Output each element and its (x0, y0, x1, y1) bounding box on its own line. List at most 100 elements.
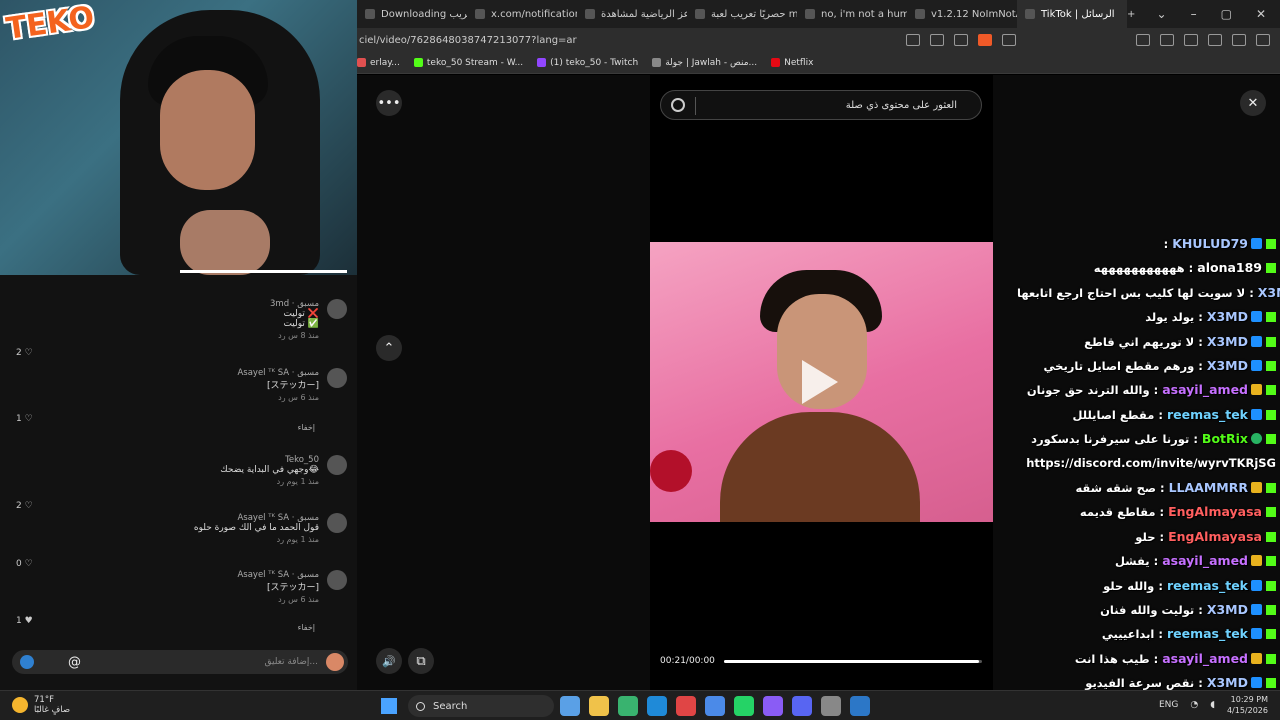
language-indicator[interactable]: ENG (1159, 700, 1178, 710)
comment-author[interactable]: Teko_50 (17, 455, 319, 465)
related-search-input[interactable]: العثور على محتوى ذي صلة (660, 90, 982, 120)
like-count[interactable]: 1 ♥ (16, 616, 33, 626)
avatar[interactable] (327, 368, 347, 388)
hide-replies-button[interactable]: إخفاء (298, 623, 315, 632)
bookmark-item[interactable]: teko_50 Stream - W... (413, 58, 523, 68)
mention-button[interactable]: @ (68, 655, 81, 670)
emoji-icon[interactable] (20, 655, 34, 669)
chat-username[interactable]: KHULUD79 (1172, 236, 1248, 251)
taskbar-app-icon[interactable] (705, 696, 725, 716)
close-button[interactable]: ✕ (1240, 90, 1266, 116)
comment-meta[interactable]: منذ 6 س رد (17, 393, 319, 402)
browser-tab[interactable]: v1.2.12 NoImNotAHu (907, 0, 1017, 28)
bookmark-item[interactable]: Netflix (771, 58, 813, 68)
chat-username[interactable]: X3MD (1258, 285, 1280, 300)
volume-icon[interactable]: ◖ (1210, 700, 1215, 710)
taskbar-app-icon[interactable] (618, 696, 638, 716)
chat-username[interactable]: alona189 (1197, 260, 1262, 275)
comment-author[interactable]: Asayel ᵀᴷ SA · مسبق (17, 368, 319, 378)
chat-username[interactable]: X3MD (1207, 309, 1248, 324)
bookmark-item[interactable]: (1) teko_50 - Twitch (537, 58, 638, 68)
comment-input[interactable]: @ إضافة تعليق... (12, 650, 348, 674)
taskbar-app-icon[interactable] (763, 696, 783, 716)
chat-username[interactable]: X3MD (1207, 675, 1248, 690)
chat-username[interactable]: LLAAMMRR (1169, 480, 1248, 495)
video-timeline[interactable]: 00:21/00:00 (660, 656, 982, 668)
browser-tab[interactable]: x.com/notifications (467, 0, 577, 28)
chat-username[interactable]: EngAlmayasa (1168, 529, 1262, 544)
wallet-icon[interactable] (1208, 34, 1222, 46)
browser-tab[interactable]: عز الرياضية لمشاهدة (577, 0, 687, 28)
taskbar-app-icon[interactable] (676, 696, 696, 716)
brave-shield-icon[interactable] (978, 34, 992, 46)
avatar[interactable] (327, 570, 347, 590)
chat-username[interactable]: BotRix (1202, 431, 1248, 446)
share-icon[interactable] (954, 34, 968, 46)
search-icon[interactable] (671, 98, 685, 112)
taskbar-app-icon[interactable] (792, 696, 812, 716)
chat-username[interactable]: X3MD (1207, 602, 1248, 617)
taskbar-app-icon[interactable] (560, 696, 580, 716)
taskbar-app-icon[interactable] (821, 696, 841, 716)
window-close-button[interactable]: ✕ (1256, 7, 1266, 21)
comment-meta[interactable]: منذ 1 يوم رد (17, 477, 319, 486)
wifi-icon[interactable]: ◔ (1190, 700, 1198, 710)
taskbar-app-icon[interactable] (589, 696, 609, 716)
comment-author[interactable]: Asayel ᵀᴷ SA · مسبق (17, 513, 319, 523)
chat-username[interactable]: asayil_amed (1162, 553, 1248, 568)
avatar[interactable] (327, 455, 347, 475)
hide-replies-button[interactable]: إخفاء (298, 423, 315, 432)
like-count[interactable]: 1 ♡ (16, 414, 33, 424)
like-count[interactable]: 2 ♡ (16, 348, 33, 358)
download-icon[interactable] (1160, 34, 1174, 46)
previous-video-button[interactable]: ⌃ (376, 335, 402, 361)
browser-tab[interactable]: no, i'm not a human (797, 0, 907, 28)
menu-icon[interactable] (1256, 34, 1270, 46)
browser-tab[interactable]: TikTok | الرسائل (1017, 0, 1127, 28)
browser-tab[interactable]: حصريًا تعريب لعبة man (687, 0, 797, 28)
rewards-icon[interactable] (1002, 34, 1016, 46)
chat-username[interactable]: reemas_tek (1167, 407, 1248, 422)
vpn-icon[interactable] (1232, 34, 1246, 46)
like-count[interactable]: 2 ♡ (16, 501, 33, 511)
comment-author[interactable]: Asayel ᵀᴷ SA · مسبق (17, 570, 319, 580)
new-tab-button[interactable]: + (1127, 9, 1135, 20)
picture-in-picture-button[interactable]: ⧉ (408, 648, 434, 674)
avatar[interactable] (327, 513, 347, 533)
extensions-icon[interactable] (1136, 34, 1150, 46)
weather-widget[interactable]: 71°F صافٍ غالبًا (12, 695, 70, 715)
taskbar-app-icon[interactable] (647, 696, 667, 716)
comment-meta[interactable]: منذ 1 يوم رد (17, 535, 319, 544)
chat-username[interactable]: EngAlmayasa (1168, 504, 1262, 519)
window-restore-button[interactable]: ▢ (1221, 7, 1232, 21)
progress-track[interactable] (724, 660, 982, 663)
windows-start-icon[interactable] (381, 698, 397, 714)
taskbar-app-icon[interactable] (734, 696, 754, 716)
chat-username[interactable]: asayil_amed (1162, 382, 1248, 397)
more-options-button[interactable]: ••• (376, 90, 402, 116)
comment-author[interactable]: 3md · مسبق (17, 299, 319, 309)
sidebar-icon[interactable] (1184, 34, 1198, 46)
video-frame[interactable] (650, 242, 993, 522)
volume-button[interactable]: 🔊 (376, 648, 402, 674)
browser-tab[interactable]: Downloading تعريب N (357, 0, 467, 28)
comment-meta[interactable]: منذ 6 س رد (17, 595, 319, 604)
avatar[interactable] (327, 299, 347, 319)
taskbar-app-icon[interactable] (850, 696, 870, 716)
window-dropdown-button[interactable]: ⌄ (1157, 7, 1167, 21)
clock[interactable]: 10:29 PM 4/15/2026 (1227, 694, 1268, 716)
window-minimize-button[interactable]: – (1191, 7, 1197, 21)
taskbar-search[interactable]: Search (408, 695, 554, 717)
address-bar[interactable]: ciel/video/7628648038747213077?lang=ar (357, 28, 1280, 52)
url-text[interactable]: ciel/video/7628648038747213077?lang=ar (357, 35, 906, 46)
like-count[interactable]: 0 ♡ (16, 559, 33, 569)
chat-username[interactable]: X3MD (1207, 358, 1248, 373)
chat-username[interactable]: X3MD (1207, 334, 1248, 349)
chat-username[interactable]: reemas_tek (1167, 626, 1248, 641)
screenshot-icon[interactable] (930, 34, 944, 46)
chat-username[interactable]: asayil_amed (1162, 651, 1248, 666)
bookmark-item[interactable]: جولة | Jawlah - منص... (652, 58, 757, 68)
bookmark-item[interactable]: erlay... (357, 58, 400, 68)
chat-username[interactable]: reemas_tek (1167, 578, 1248, 593)
reader-icon[interactable] (906, 34, 920, 46)
